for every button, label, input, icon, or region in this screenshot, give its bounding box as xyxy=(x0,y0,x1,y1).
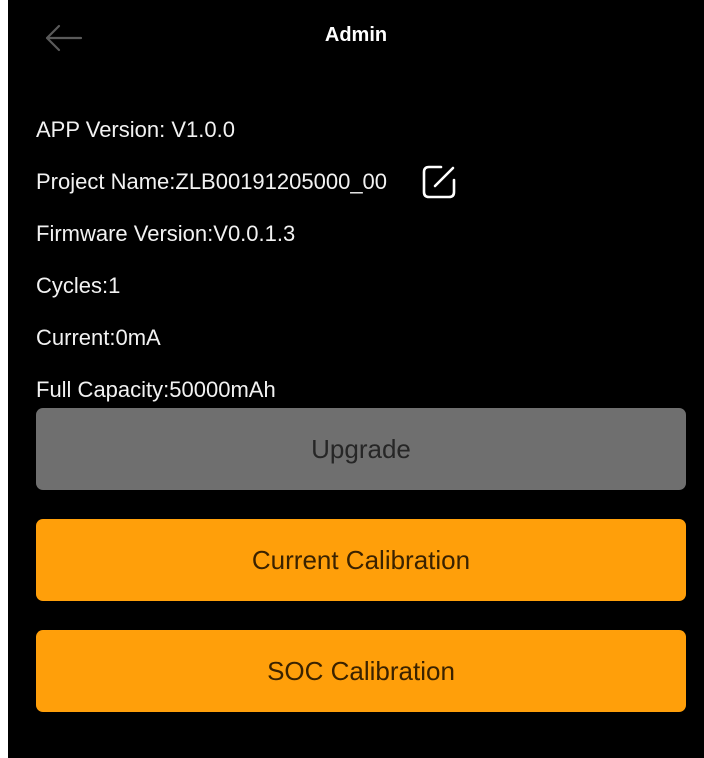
full-capacity-text: Full Capacity:50000mAh xyxy=(36,377,276,402)
device-info-list: APP Version: V1.0.0 Project Name:ZLB0019… xyxy=(36,104,676,416)
project-name-row: Project Name:ZLB00191205000_00 xyxy=(36,156,676,208)
cycles-text: Cycles:1 xyxy=(36,273,121,298)
cycles-row: Cycles:1 xyxy=(36,260,676,312)
upgrade-button[interactable]: Upgrade xyxy=(36,408,686,490)
firmware-version-row: Firmware Version:V0.0.1.3 xyxy=(36,208,676,260)
admin-screen: Admin APP Version: V1.0.0 Project Name:Z… xyxy=(8,0,704,758)
current-row: Current:0mA xyxy=(36,312,676,364)
edit-project-name-button[interactable] xyxy=(417,160,461,204)
soc-calibration-button[interactable]: SOC Calibration xyxy=(36,630,686,712)
firmware-version-text: Firmware Version:V0.0.1.3 xyxy=(36,221,296,246)
edit-square-icon xyxy=(422,165,456,199)
header-bar: Admin xyxy=(8,0,704,74)
app-version-text: APP Version: V1.0.0 xyxy=(36,117,235,142)
page-title: Admin xyxy=(324,24,388,46)
current-calibration-button[interactable]: Current Calibration xyxy=(36,519,686,601)
project-name-text: Project Name:ZLB00191205000_00 xyxy=(36,169,388,194)
app-version-row: APP Version: V1.0.0 xyxy=(36,104,676,156)
current-text: Current:0mA xyxy=(36,325,161,350)
